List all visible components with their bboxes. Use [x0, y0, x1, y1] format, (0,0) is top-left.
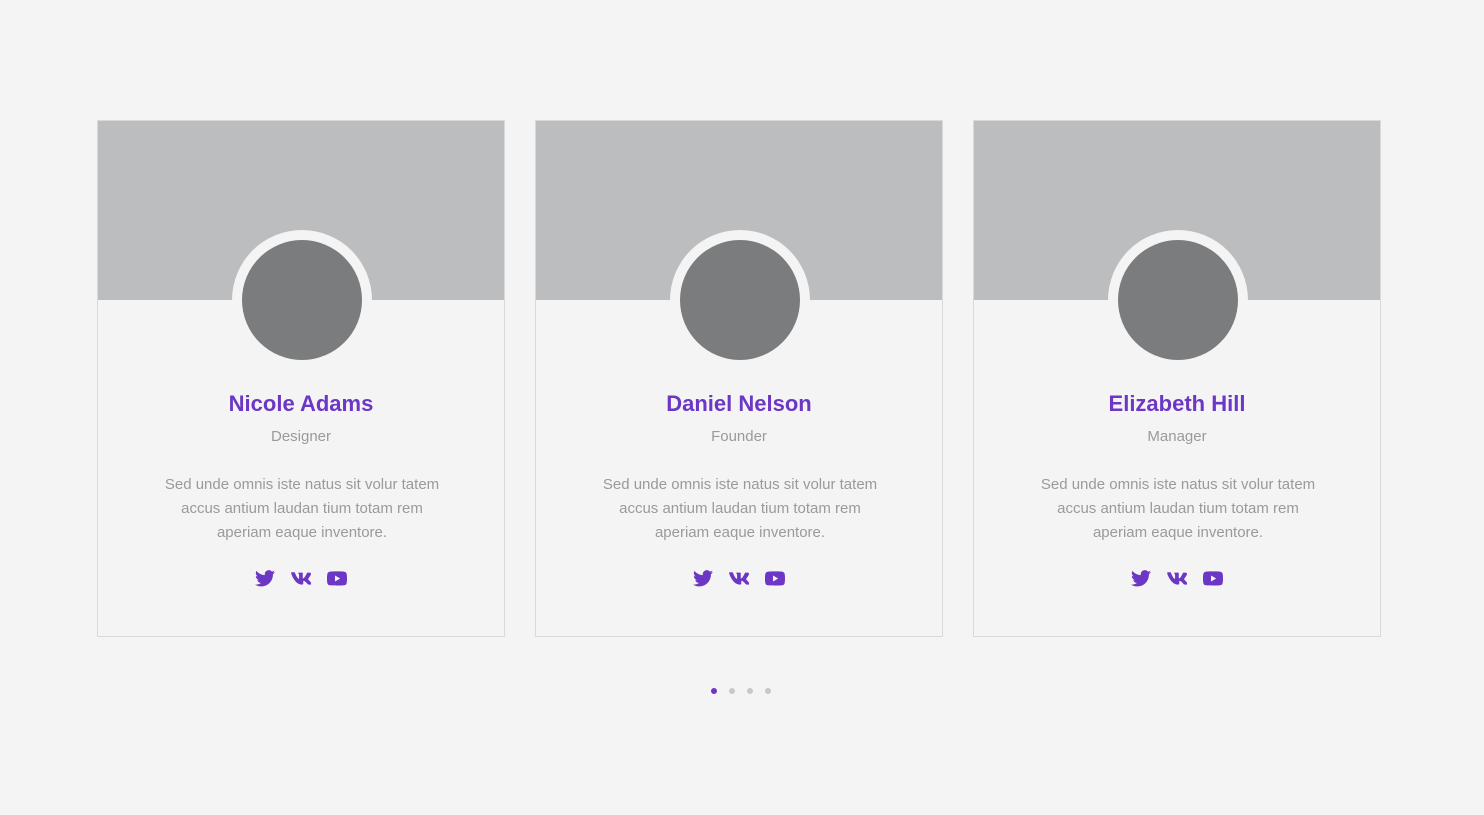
avatar-frame [670, 230, 810, 370]
youtube-link[interactable] [1203, 568, 1223, 588]
carousel-pagination [711, 688, 771, 694]
team-card: Elizabeth Hill Manager Sed unde omnis is… [973, 120, 1381, 637]
vk-link[interactable] [291, 568, 311, 588]
youtube-icon [765, 570, 785, 586]
avatar-frame [1108, 230, 1248, 370]
twitter-link[interactable] [255, 568, 275, 588]
team-card: Nicole Adams Designer Sed unde omnis ist… [97, 120, 505, 637]
youtube-link[interactable] [327, 568, 347, 588]
avatar [242, 240, 362, 360]
vk-icon [1167, 571, 1187, 585]
pagination-dot-3[interactable] [747, 688, 753, 694]
twitter-icon [255, 569, 275, 586]
team-card: Daniel Nelson Founder Sed unde omnis ist… [535, 120, 943, 637]
pagination-dot-1[interactable] [711, 688, 717, 694]
twitter-link[interactable] [693, 568, 713, 588]
member-role: Founder [711, 428, 767, 445]
vk-link[interactable] [729, 568, 749, 588]
twitter-icon [1131, 569, 1151, 586]
vk-icon [291, 571, 311, 585]
social-links [98, 568, 504, 588]
member-description: Sed unde omnis iste natus sit volur tate… [1040, 476, 1316, 541]
social-links [536, 568, 942, 588]
member-description: Sed unde omnis iste natus sit volur tate… [602, 476, 878, 541]
member-role: Designer [270, 428, 332, 445]
avatar [680, 240, 800, 360]
youtube-icon [327, 570, 347, 586]
pagination-dot-2[interactable] [729, 688, 735, 694]
member-description: Sed unde omnis iste natus sit volur tate… [164, 476, 440, 541]
youtube-link[interactable] [765, 568, 785, 588]
social-links [974, 568, 1380, 588]
twitter-icon [693, 569, 713, 586]
vk-icon [729, 571, 749, 585]
youtube-icon [1203, 570, 1223, 586]
pagination-dot-4[interactable] [765, 688, 771, 694]
avatar [1118, 240, 1238, 360]
vk-link[interactable] [1167, 568, 1187, 588]
member-name: Nicole Adams [228, 391, 374, 416]
member-role: Manager [1147, 428, 1207, 445]
avatar-frame [232, 230, 372, 370]
member-name: Elizabeth Hill [1108, 391, 1246, 416]
twitter-link[interactable] [1131, 568, 1151, 588]
member-name: Daniel Nelson [666, 391, 812, 416]
team-carousel: Nicole Adams Designer Sed unde omnis ist… [97, 120, 1381, 637]
